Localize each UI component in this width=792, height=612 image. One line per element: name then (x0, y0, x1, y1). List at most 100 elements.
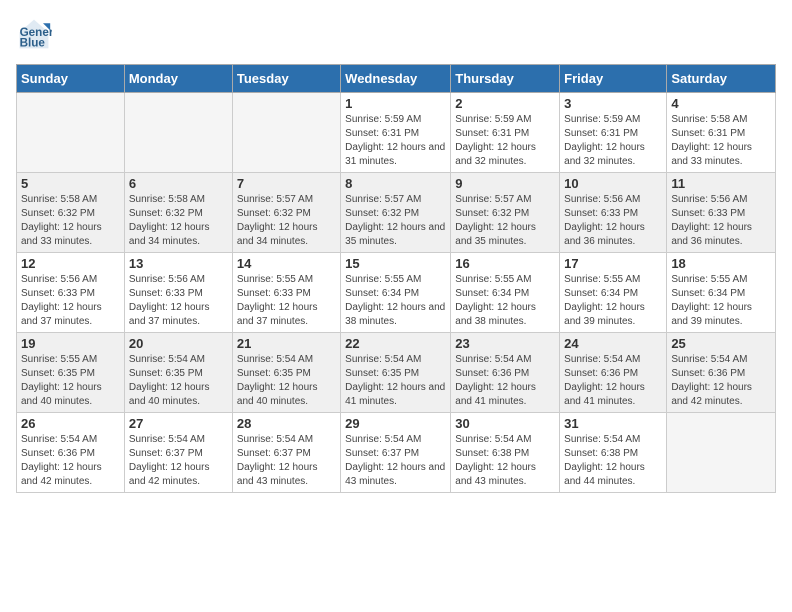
calendar-header-row: SundayMondayTuesdayWednesdayThursdayFrid… (17, 65, 776, 93)
calendar-day-cell: 12 Sunrise: 5:56 AMSunset: 6:33 PMDayligh… (17, 253, 125, 333)
calendar-day-cell: 15 Sunrise: 5:55 AMSunset: 6:34 PMDayligh… (341, 253, 451, 333)
calendar-day-cell: 19 Sunrise: 5:55 AMSunset: 6:35 PMDayligh… (17, 333, 125, 413)
calendar-day-cell: 9Sunrise: 5:57 AMSunset: 6:32 PMDaylight… (451, 173, 560, 253)
calendar-week-row: 12 Sunrise: 5:56 AMSunset: 6:33 PMDayligh… (17, 253, 776, 333)
calendar-day-cell: 25 Sunrise: 5:54 AMSunset: 6:36 PMDayligh… (667, 333, 776, 413)
calendar-week-row: 1 Sunrise: 5:59 AMSunset: 6:31 PMDaylight… (17, 93, 776, 173)
day-number: 1 (345, 96, 446, 111)
day-number: 8 (345, 176, 446, 191)
calendar-day-cell: 29Sunrise: 5:54 AMSunset: 6:37 PMDayligh… (341, 413, 451, 493)
calendar-day-cell: 21Sunrise: 5:54 AMSunset: 6:35 PMDayligh… (232, 333, 340, 413)
day-number: 22 (345, 336, 446, 351)
day-info: Sunrise: 5:59 AMSunset: 6:31 PMDaylight:… (345, 113, 446, 169)
day-number: 15 (345, 256, 446, 271)
day-info: Sunrise: 5:55 AMSunset: 6:34 PMDaylight:… (564, 273, 662, 329)
calendar-day-cell: 22Sunrise: 5:54 AMSunset: 6:35 PMDayligh… (341, 333, 451, 413)
calendar-day-cell: 4Sunrise: 5:58 AMSunset: 6:31 PMDaylight… (667, 93, 776, 173)
day-info: Sunrise: 5:54 AMSunset: 6:37 PMDaylight:… (237, 433, 336, 489)
day-info: Sunrise: 5:56 AMSunset: 6:33 PMDaylight:… (21, 273, 120, 329)
day-number: 23 (455, 336, 555, 351)
day-info: Sunrise: 5:55 AMSunset: 6:34 PMDaylight:… (345, 273, 446, 329)
page-header: General Blue (16, 16, 776, 52)
day-info: Sunrise: 5:54 AMSunset: 6:35 PMDaylight:… (237, 353, 336, 409)
day-info: Sunrise: 5:55 AMSunset: 6:35 PMDaylight:… (21, 353, 120, 409)
calendar-table: SundayMondayTuesdayWednesdayThursdayFrid… (16, 64, 776, 493)
calendar-day-cell: 27 Sunrise: 5:54 AMSunset: 6:37 PMDayligh… (124, 413, 232, 493)
calendar-day-cell (17, 93, 125, 173)
day-info: Sunrise: 5:55 AMSunset: 6:34 PMDaylight:… (671, 273, 771, 329)
day-info: Sunrise: 5:56 AMSunset: 6:33 PMDaylight:… (564, 193, 662, 249)
calendar-day-cell: 20 Sunrise: 5:54 AMSunset: 6:35 PMDayligh… (124, 333, 232, 413)
day-number: 30 (455, 416, 555, 431)
logo-icon: General Blue (16, 16, 52, 52)
calendar-day-cell: 3 Sunrise: 5:59 AMSunset: 6:31 PMDaylight… (560, 93, 667, 173)
day-info: Sunrise: 5:54 AMSunset: 6:35 PMDaylight:… (129, 353, 228, 409)
day-info: Sunrise: 5:54 AMSunset: 6:38 PMDaylight:… (455, 433, 555, 489)
day-info: Sunrise: 5:54 AMSunset: 6:37 PMDaylight:… (129, 433, 228, 489)
day-info: Sunrise: 5:54 AMSunset: 6:36 PMDaylight:… (564, 353, 662, 409)
day-number: 11 (671, 176, 771, 191)
day-number: 14 (237, 256, 336, 271)
day-info: Sunrise: 5:57 AMSunset: 6:32 PMDaylight:… (345, 193, 446, 249)
day-number: 18 (671, 256, 771, 271)
calendar-day-cell: 31Sunrise: 5:54 AMSunset: 6:38 PMDayligh… (560, 413, 667, 493)
calendar-day-cell: 1 Sunrise: 5:59 AMSunset: 6:31 PMDaylight… (341, 93, 451, 173)
calendar-day-cell (667, 413, 776, 493)
day-number: 2 (455, 96, 555, 111)
calendar-day-cell: 28 Sunrise: 5:54 AMSunset: 6:37 PMDayligh… (232, 413, 340, 493)
day-of-week-header: Wednesday (341, 65, 451, 93)
day-info: Sunrise: 5:54 AMSunset: 6:36 PMDaylight:… (21, 433, 120, 489)
day-number: 20 (129, 336, 228, 351)
day-info: Sunrise: 5:58 AMSunset: 6:32 PMDaylight:… (21, 193, 120, 249)
calendar-week-row: 19 Sunrise: 5:55 AMSunset: 6:35 PMDayligh… (17, 333, 776, 413)
svg-text:Blue: Blue (20, 37, 46, 50)
day-info: Sunrise: 5:56 AMSunset: 6:33 PMDaylight:… (129, 273, 228, 329)
calendar-week-row: 26Sunrise: 5:54 AMSunset: 6:36 PMDayligh… (17, 413, 776, 493)
day-info: Sunrise: 5:54 AMSunset: 6:36 PMDaylight:… (671, 353, 771, 409)
day-number: 19 (21, 336, 120, 351)
day-number: 3 (564, 96, 662, 111)
calendar-day-cell: 30 Sunrise: 5:54 AMSunset: 6:38 PMDayligh… (451, 413, 560, 493)
calendar-day-cell: 10Sunrise: 5:56 AMSunset: 6:33 PMDayligh… (560, 173, 667, 253)
day-of-week-header: Saturday (667, 65, 776, 93)
day-info: Sunrise: 5:54 AMSunset: 6:36 PMDaylight:… (455, 353, 555, 409)
day-info: Sunrise: 5:55 AMSunset: 6:33 PMDaylight:… (237, 273, 336, 329)
calendar-day-cell: 2 Sunrise: 5:59 AMSunset: 6:31 PMDaylight… (451, 93, 560, 173)
day-number: 24 (564, 336, 662, 351)
day-number: 16 (455, 256, 555, 271)
calendar-day-cell: 8 Sunrise: 5:57 AMSunset: 6:32 PMDaylight… (341, 173, 451, 253)
day-number: 13 (129, 256, 228, 271)
calendar-day-cell (232, 93, 340, 173)
day-of-week-header: Thursday (451, 65, 560, 93)
day-info: Sunrise: 5:59 AMSunset: 6:31 PMDaylight:… (455, 113, 555, 169)
calendar-day-cell: 18 Sunrise: 5:55 AMSunset: 6:34 PMDayligh… (667, 253, 776, 333)
calendar-day-cell: 16 Sunrise: 5:55 AMSunset: 6:34 PMDayligh… (451, 253, 560, 333)
day-number: 31 (564, 416, 662, 431)
day-number: 12 (21, 256, 120, 271)
day-info: Sunrise: 5:54 AMSunset: 6:37 PMDaylight:… (345, 433, 446, 489)
day-number: 5 (21, 176, 120, 191)
day-number: 25 (671, 336, 771, 351)
calendar-day-cell (124, 93, 232, 173)
day-number: 7 (237, 176, 336, 191)
day-info: Sunrise: 5:58 AMSunset: 6:31 PMDaylight:… (671, 113, 771, 169)
day-info: Sunrise: 5:58 AMSunset: 6:32 PMDaylight:… (129, 193, 228, 249)
day-info: Sunrise: 5:55 AMSunset: 6:34 PMDaylight:… (455, 273, 555, 329)
calendar-day-cell: 26Sunrise: 5:54 AMSunset: 6:36 PMDayligh… (17, 413, 125, 493)
day-of-week-header: Monday (124, 65, 232, 93)
day-of-week-header: Tuesday (232, 65, 340, 93)
calendar-day-cell: 6Sunrise: 5:58 AMSunset: 6:32 PMDaylight… (124, 173, 232, 253)
calendar-day-cell: 14 Sunrise: 5:55 AMSunset: 6:33 PMDayligh… (232, 253, 340, 333)
day-info: Sunrise: 5:59 AMSunset: 6:31 PMDaylight:… (564, 113, 662, 169)
calendar-day-cell: 11 Sunrise: 5:56 AMSunset: 6:33 PMDayligh… (667, 173, 776, 253)
day-info: Sunrise: 5:57 AMSunset: 6:32 PMDaylight:… (237, 193, 336, 249)
day-number: 9 (455, 176, 555, 191)
calendar-day-cell: 17 Sunrise: 5:55 AMSunset: 6:34 PMDayligh… (560, 253, 667, 333)
calendar-day-cell: 24 Sunrise: 5:54 AMSunset: 6:36 PMDayligh… (560, 333, 667, 413)
day-number: 17 (564, 256, 662, 271)
calendar-day-cell: 5 Sunrise: 5:58 AMSunset: 6:32 PMDaylight… (17, 173, 125, 253)
day-info: Sunrise: 5:56 AMSunset: 6:33 PMDaylight:… (671, 193, 771, 249)
day-number: 27 (129, 416, 228, 431)
logo: General Blue (16, 16, 56, 52)
day-number: 28 (237, 416, 336, 431)
